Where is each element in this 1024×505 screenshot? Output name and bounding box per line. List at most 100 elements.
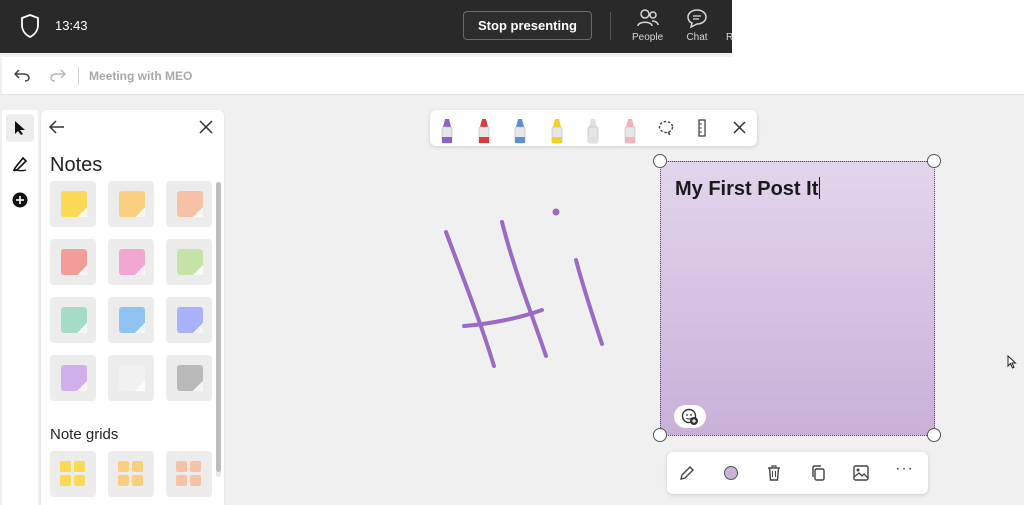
ruler-icon[interactable] xyxy=(697,119,707,137)
note-context-toolbar: ··· xyxy=(667,452,928,494)
color-swatch-icon xyxy=(724,466,738,480)
people-button[interactable]: People xyxy=(632,8,663,43)
note-color-option[interactable] xyxy=(50,355,96,401)
sticky-note[interactable]: My First Post It xyxy=(660,161,935,436)
sticky-note-icon xyxy=(119,307,145,333)
resize-handle-bottom-left[interactable] xyxy=(653,428,667,442)
sticky-note-icon xyxy=(61,307,87,333)
note-color-option[interactable] xyxy=(50,239,96,285)
grid-cell-icon xyxy=(132,475,143,486)
header-divider xyxy=(78,67,79,85)
copy-icon xyxy=(812,465,825,481)
grid-cell-icon xyxy=(190,461,201,472)
sticky-note-icon xyxy=(61,365,87,391)
close-toolbar-icon[interactable] xyxy=(733,121,746,134)
sticky-note-icon xyxy=(61,191,87,217)
resize-handle-top-left[interactable] xyxy=(653,154,667,168)
note-color-option[interactable] xyxy=(166,297,212,343)
people-icon xyxy=(636,9,659,27)
note-color-option[interactable] xyxy=(50,181,96,227)
purple-pen-icon[interactable] xyxy=(440,117,454,145)
more-options-button[interactable]: ··· xyxy=(895,460,914,478)
whiteboard-title: Meeting with MEO xyxy=(89,69,193,83)
text-caret xyxy=(819,177,821,199)
notes-panel: Notes Note grids xyxy=(41,110,224,505)
grid-cell-icon xyxy=(60,475,71,486)
redo-icon[interactable] xyxy=(50,68,66,82)
note-color-option[interactable] xyxy=(166,239,212,285)
pencil-edit-icon xyxy=(680,466,694,480)
note-color-option[interactable] xyxy=(108,297,154,343)
duplicate-button[interactable] xyxy=(808,463,828,483)
add-tool-button[interactable] xyxy=(6,186,34,214)
blank-region xyxy=(732,0,1024,57)
lasso-select-icon[interactable] xyxy=(658,120,674,136)
pen-tool-icon xyxy=(12,156,28,172)
select-tool-button[interactable] xyxy=(6,114,34,142)
edit-text-button[interactable] xyxy=(677,463,697,483)
sticky-note-icon xyxy=(61,249,87,275)
sticky-note-icon xyxy=(119,191,145,217)
pencil-icon[interactable] xyxy=(586,117,600,145)
select-pointer-icon xyxy=(15,121,25,135)
note-grids-heading: Note grids xyxy=(50,426,119,443)
yellow-highlighter-icon[interactable] xyxy=(550,117,564,145)
note-grid-option[interactable] xyxy=(50,451,96,497)
chat-label: Chat xyxy=(686,32,708,43)
add-circle-icon xyxy=(12,192,28,208)
sticky-note-text[interactable]: My First Post It xyxy=(675,177,821,201)
sticky-note-icon xyxy=(119,249,145,275)
people-label: People xyxy=(632,32,664,43)
grid-cell-icon xyxy=(118,461,129,472)
grid-cell-icon xyxy=(118,475,129,486)
grid-cell-icon xyxy=(176,461,187,472)
resize-handle-bottom-right[interactable] xyxy=(927,428,941,442)
image-icon xyxy=(853,465,869,481)
back-arrow-icon[interactable] xyxy=(49,120,65,134)
teams-presenting-bar: 13:43 Stop presenting People Chat R xyxy=(0,0,733,53)
trash-icon xyxy=(768,465,780,481)
note-color-option[interactable] xyxy=(108,355,154,401)
grid-cell-icon xyxy=(132,461,143,472)
notes-heading: Notes xyxy=(50,154,103,176)
meeting-clock: 13:43 xyxy=(55,18,88,33)
pen-tool-button[interactable] xyxy=(6,150,34,178)
multicolor-pen-icon[interactable] xyxy=(513,117,527,145)
note-color-option[interactable] xyxy=(108,239,154,285)
grid-cell-icon xyxy=(190,475,201,486)
note-color-option[interactable] xyxy=(50,297,96,343)
grid-cell-icon xyxy=(74,461,85,472)
sticky-note-icon xyxy=(177,365,203,391)
sticky-note-icon xyxy=(119,365,145,391)
note-color-option[interactable] xyxy=(166,355,212,401)
add-reaction-button[interactable] xyxy=(674,405,706,428)
panel-scrollbar[interactable] xyxy=(216,182,221,472)
red-pen-icon[interactable] xyxy=(477,117,491,145)
grid-cell-icon xyxy=(60,461,71,472)
chat-button[interactable]: Chat xyxy=(686,8,708,43)
resize-handle-top-right[interactable] xyxy=(927,154,941,168)
sticky-note-icon xyxy=(177,191,203,217)
add-reaction-icon xyxy=(681,408,698,425)
pen-toolbar xyxy=(430,110,757,146)
stop-presenting-button[interactable]: Stop presenting xyxy=(463,11,592,40)
chat-icon xyxy=(687,9,707,28)
grid-cell-icon xyxy=(176,475,187,486)
toolbar-divider xyxy=(610,12,611,40)
note-grid-option[interactable] xyxy=(166,451,212,497)
tool-rail xyxy=(2,110,38,505)
note-grid-option[interactable] xyxy=(108,451,154,497)
add-image-button[interactable] xyxy=(851,463,871,483)
sticky-note-icon xyxy=(177,249,203,275)
whiteboard-header: Meeting with MEO xyxy=(2,57,1024,95)
shield-icon xyxy=(21,14,39,38)
delete-button[interactable] xyxy=(764,463,784,483)
undo-icon[interactable] xyxy=(14,68,30,82)
note-color-option[interactable] xyxy=(166,181,212,227)
note-color-option[interactable] xyxy=(108,181,154,227)
ink-drawing[interactable] xyxy=(430,200,630,380)
note-color-button[interactable] xyxy=(721,463,741,483)
close-icon[interactable] xyxy=(199,120,213,134)
mouse-cursor-icon xyxy=(1007,355,1017,369)
eraser-icon[interactable] xyxy=(623,117,637,145)
